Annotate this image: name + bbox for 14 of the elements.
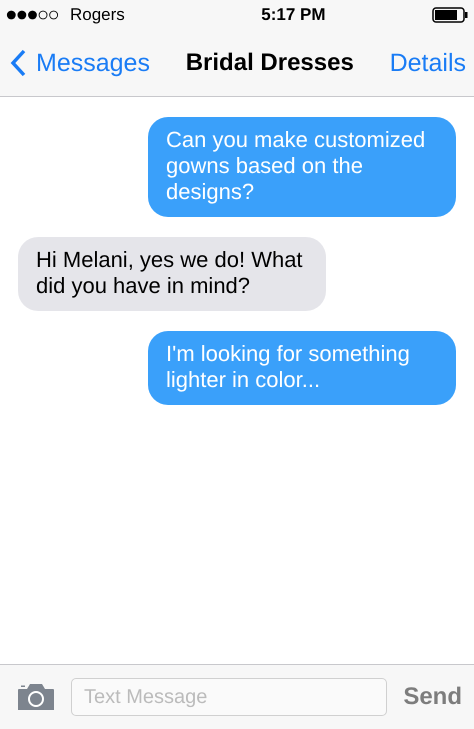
battery-icon — [432, 7, 468, 23]
carrier-name: Rogers — [70, 5, 125, 25]
details-link[interactable]: Details — [390, 48, 466, 78]
message-input[interactable]: Text Message — [71, 678, 388, 716]
sent-message: Can you make customized gowns based on the designs? — [148, 117, 456, 217]
camera-icon[interactable] — [17, 683, 55, 711]
sent-message: I'm looking for something lighter in color... — [148, 331, 456, 405]
chevron-left-icon — [10, 49, 26, 77]
received-message: Hi Melani, yes we do! What did you have in mind? — [18, 237, 326, 311]
status-time: 5:17 PM — [261, 5, 326, 25]
back-button[interactable]: Messages — [10, 48, 150, 78]
conversation-title: Bridal Dresses — [186, 49, 354, 77]
back-label[interactable]: Messages — [36, 48, 150, 78]
send-button[interactable]: Send — [403, 683, 462, 711]
